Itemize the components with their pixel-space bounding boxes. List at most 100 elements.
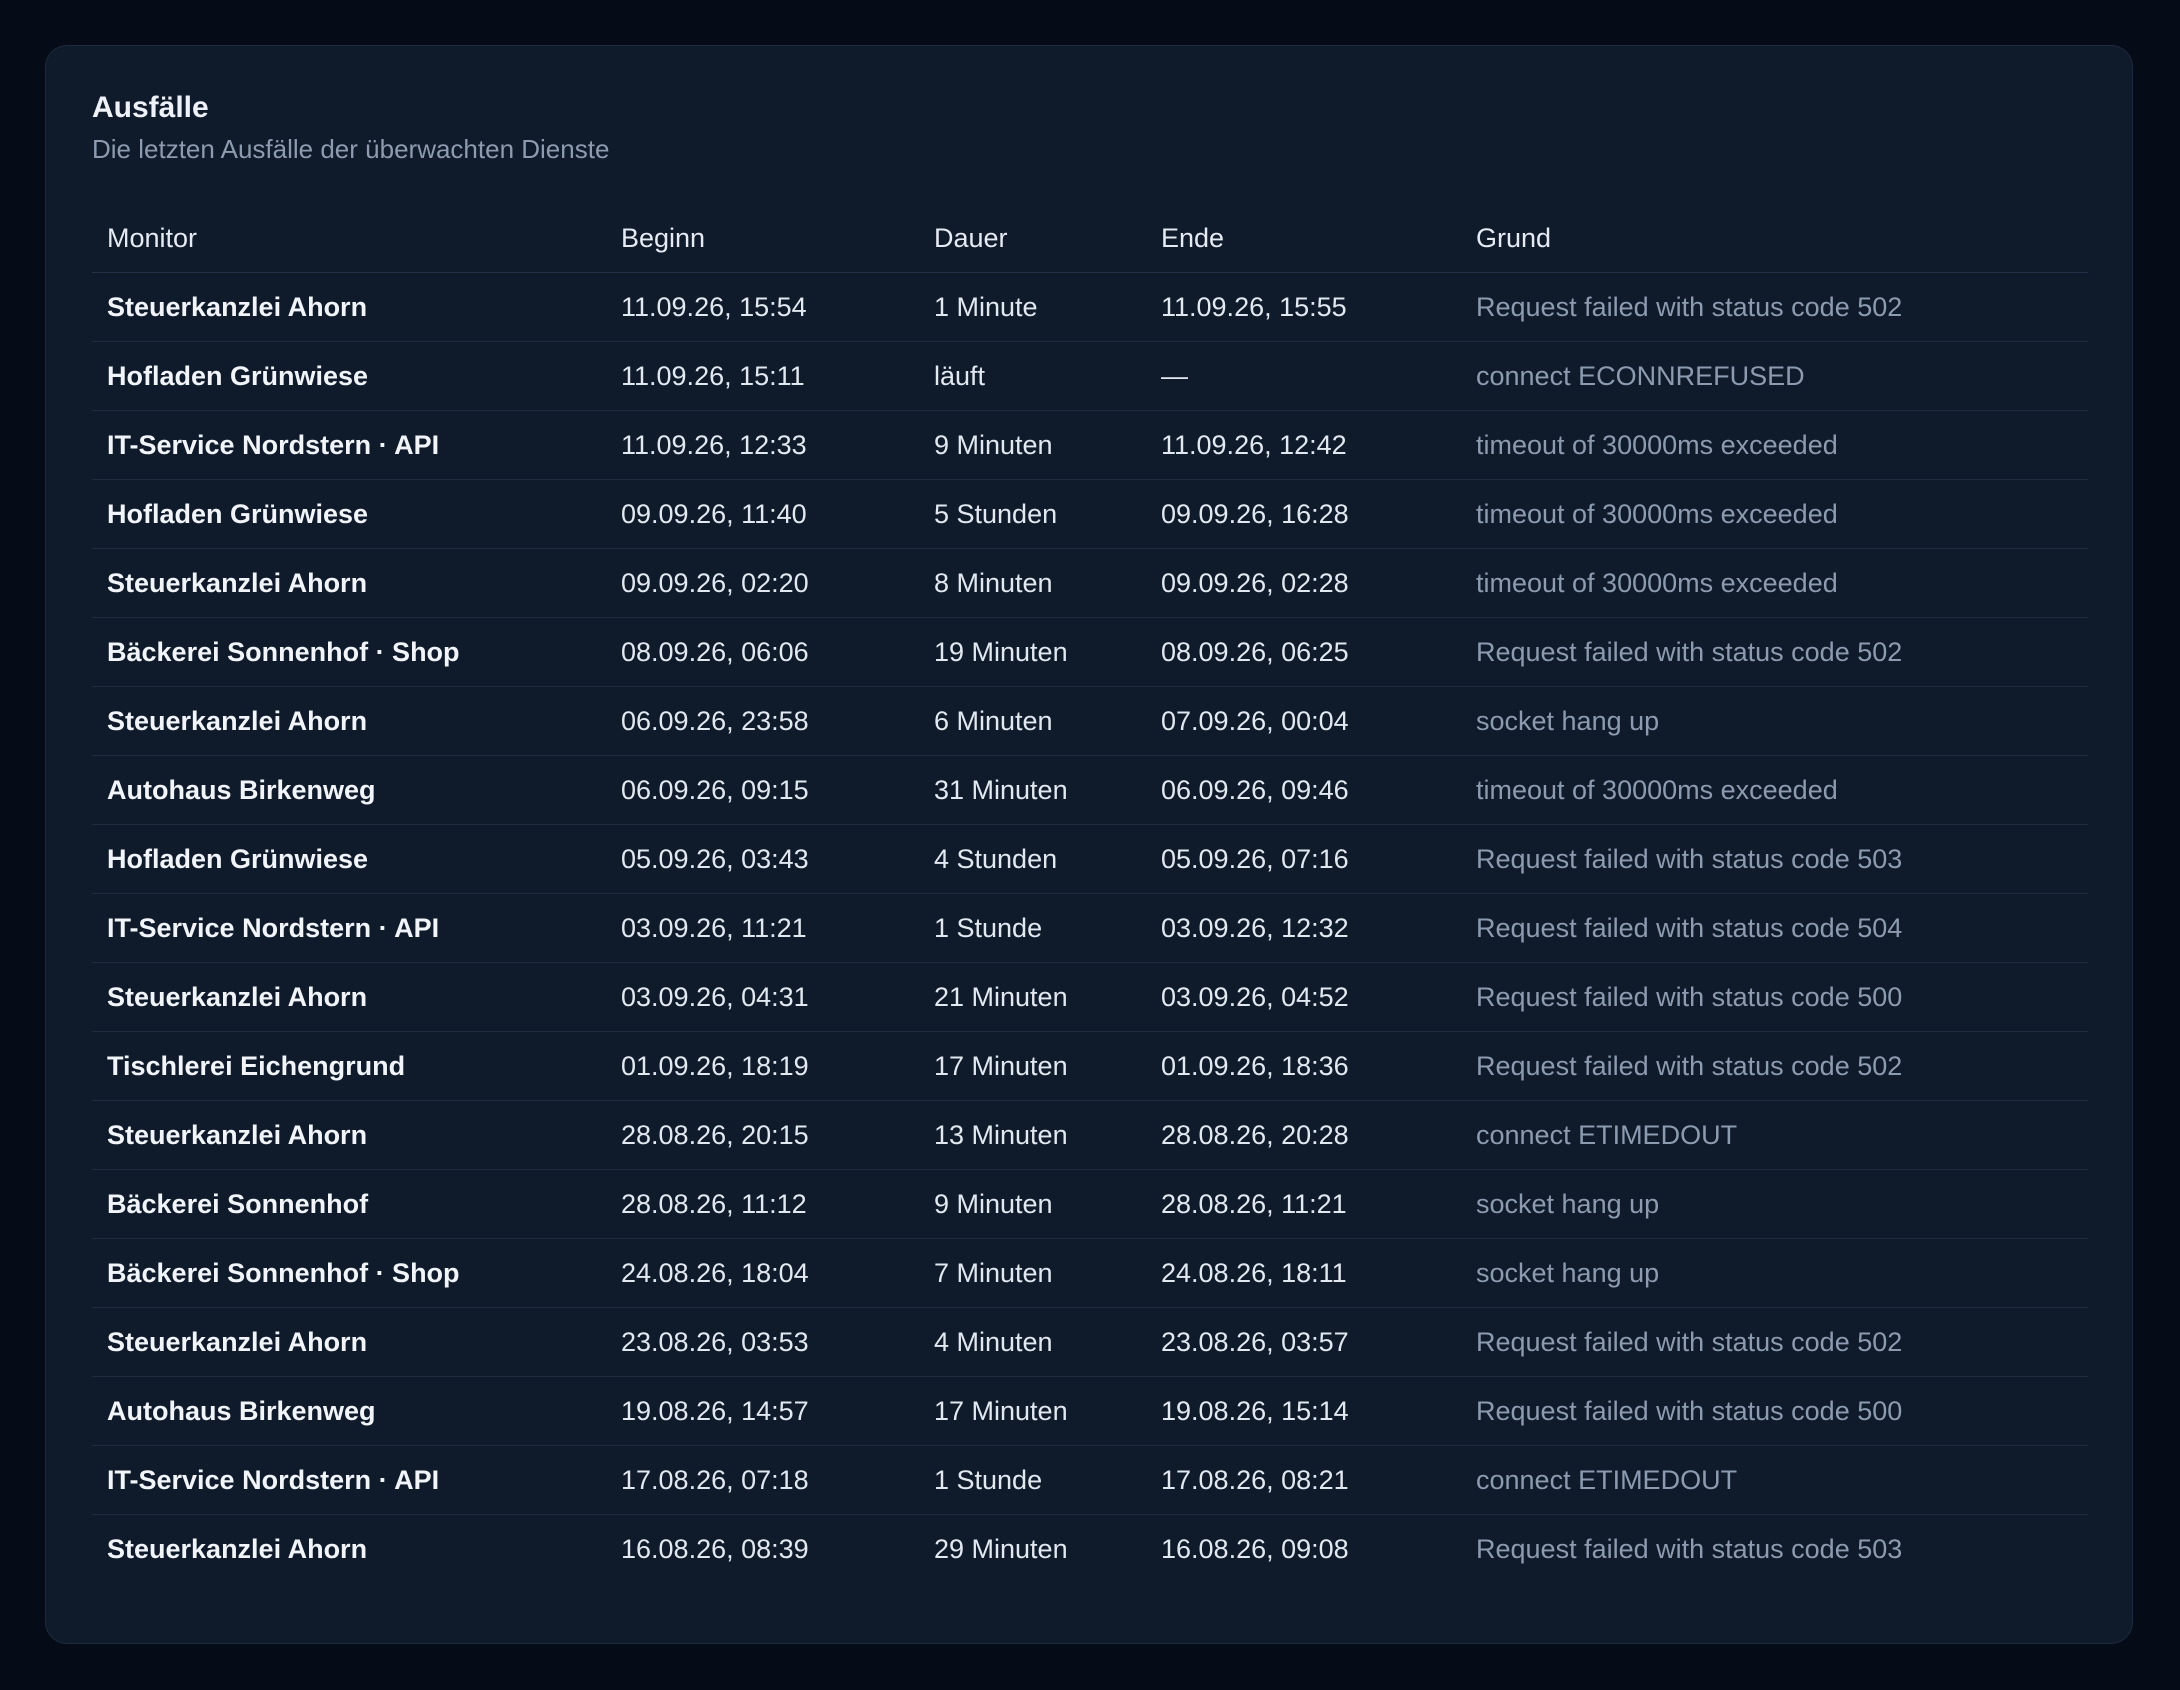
cell-end: 28.08.26, 11:21 [1146, 1169, 1461, 1239]
cell-end: 11.09.26, 12:42 [1146, 410, 1461, 480]
cell-reason: Request failed with status code 503 [1461, 824, 2088, 894]
cell-duration: 5 Stunden [919, 479, 1146, 549]
table-row[interactable]: Hofladen Grünwiese 05.09.26, 03:43 4 Stund… [92, 824, 2088, 894]
cell-duration: 9 Minuten [919, 1169, 1146, 1239]
cell-end: 28.08.26, 20:28 [1146, 1100, 1461, 1170]
cell-start: 11.09.26, 12:33 [606, 410, 919, 480]
table-row[interactable]: IT-Service Nordstern · API 03.09.26, 11:2… [92, 893, 2088, 963]
cell-start: 16.08.26, 08:39 [621, 1533, 809, 1564]
table-row[interactable]: Steuerkanzlei Ahorn 23.08.26, 03:53 4 Minu… [92, 1307, 2088, 1377]
cell-end: 03.09.26, 12:32 [1146, 893, 1461, 963]
cell-reason: Request failed with status code 500 [1461, 962, 2088, 1032]
cell-duration: 1 Stunde [919, 1445, 1146, 1515]
cell-duration: 4 Stunden [919, 824, 1146, 894]
column-header-end[interactable]: Ende [1146, 204, 1461, 273]
cell-start: 19.08.26, 14:57 [606, 1376, 919, 1446]
cell-duration: 4 Minuten [919, 1307, 1146, 1377]
cell-start: 05.09.26, 03:43 [606, 824, 919, 894]
column-header-duration[interactable]: Dauer [919, 204, 1146, 273]
cell-duration: 9 Minuten [919, 410, 1146, 480]
table-row[interactable]: Autohaus Birkenweg 06.09.26, 09:15 31 Minu… [92, 755, 2088, 825]
cell-reason: socket hang up [1461, 686, 2088, 756]
cell-monitor: Hofladen Grünwiese [92, 824, 606, 894]
cell-start: 01.09.26, 18:19 [606, 1031, 919, 1101]
cell-monitor: Bäckerei Sonnenhof [92, 1169, 606, 1239]
cell-monitor: Bäckerei Sonnenhof · Shop [92, 617, 606, 687]
cell-reason: Request failed with status code 502 [1461, 617, 2088, 687]
cell-start: 11.09.26, 15:11 [606, 341, 919, 411]
cell-reason: Request failed with status code 502 [1461, 272, 2088, 342]
table-row[interactable]: Steuerkanzlei Ahorn 03.09.26, 04:31 21 Min… [92, 962, 2088, 1032]
cell-reason: timeout of 30000ms exceeded [1461, 410, 2088, 480]
card-title: Ausfälle [92, 91, 209, 124]
cell-start: 28.08.26, 11:12 [606, 1169, 919, 1239]
cell-end: 11.09.26, 15:55 [1146, 272, 1461, 342]
cell-start: 03.09.26, 11:21 [606, 893, 919, 963]
cell-reason: socket hang up [1461, 1169, 2088, 1239]
cell-reason: Request failed with status code 502 [1461, 1031, 2088, 1101]
cell-start: 24.08.26, 18:04 [606, 1238, 919, 1308]
table-row[interactable]: Tischlerei Eichengrund 01.09.26, 18:19 17 … [92, 1031, 2088, 1101]
cell-end: 23.08.26, 03:57 [1146, 1307, 1461, 1377]
cell-duration: 1 Stunde [919, 893, 1146, 963]
cell-duration: 6 Minuten [919, 686, 1146, 756]
cell-monitor: Steuerkanzlei Ahorn [92, 1307, 606, 1377]
cell-duration: 31 Minuten [919, 755, 1146, 825]
table-row[interactable]: Steuerkanzlei Ahorn 16.08.26, 08:39 29 Min… [92, 1515, 2088, 1584]
cell-reason: timeout of 30000ms exceeded [1461, 548, 2088, 618]
cell-monitor: Tischlerei Eichengrund [92, 1031, 606, 1101]
cell-reason: connect ETIMEDOUT [1461, 1100, 2088, 1170]
cell-monitor: Bäckerei Sonnenhof · Shop [92, 1238, 606, 1308]
cell-start: 09.09.26, 02:20 [606, 548, 919, 618]
outages-table: Monitor Beginn Dauer Ende Grund Steuerka… [92, 204, 2088, 1583]
cell-reason: socket hang up [1461, 1238, 2088, 1308]
cell-start: 03.09.26, 04:31 [606, 962, 919, 1032]
cell-start: 23.08.26, 03:53 [606, 1307, 919, 1377]
cell-end: 07.09.26, 00:04 [1146, 686, 1461, 756]
cell-end: 05.09.26, 07:16 [1146, 824, 1461, 894]
cell-reason: connect ECONNREFUSED [1461, 341, 2088, 411]
cell-monitor: Steuerkanzlei Ahorn [107, 1533, 368, 1564]
table-row[interactable]: Bäckerei Sonnenhof 28.08.26, 11:12 9 Minut… [92, 1169, 2088, 1239]
table-row[interactable]: Steuerkanzlei Ahorn 11.09.26, 15:54 1 Minu… [92, 272, 2088, 342]
cell-end: 03.09.26, 04:52 [1146, 962, 1461, 1032]
table-row[interactable]: Autohaus Birkenweg 19.08.26, 14:57 17 Minu… [92, 1376, 2088, 1446]
cell-start: 28.08.26, 20:15 [606, 1100, 919, 1170]
table-row[interactable]: IT-Service Nordstern · API 11.09.26, 12:3… [92, 410, 2088, 480]
cell-duration: läuft [919, 341, 1146, 411]
table-row[interactable]: IT-Service Nordstern · API 17.08.26, 07:1… [92, 1445, 2088, 1515]
cell-start: 06.09.26, 09:15 [606, 755, 919, 825]
table-row[interactable]: Hofladen Grünwiese 11.09.26, 15:11 läuft — c… [92, 341, 2088, 411]
cell-duration: 17 Minuten [919, 1376, 1146, 1446]
cell-duration: 8 Minuten [919, 548, 1146, 618]
cell-monitor: Autohaus Birkenweg [92, 1376, 606, 1446]
table-row[interactable]: Bäckerei Sonnenhof · Shop 08.09.26, 06:06… [92, 617, 2088, 687]
column-header-monitor[interactable]: Monitor [92, 204, 606, 273]
cell-reason: Request failed with status code 500 [1461, 1376, 2088, 1446]
cell-duration: 13 Minuten [919, 1100, 1146, 1170]
table-row[interactable]: Hofladen Grünwiese 09.09.26, 11:40 5 Stund… [92, 479, 2088, 549]
cell-end: 08.09.26, 06:25 [1146, 617, 1461, 687]
cell-duration: 19 Minuten [919, 617, 1146, 687]
cell-end: 01.09.26, 18:36 [1146, 1031, 1461, 1101]
cell-monitor: Autohaus Birkenweg [92, 755, 606, 825]
cell-end: 24.08.26, 18:11 [1146, 1238, 1461, 1308]
table-row[interactable]: Bäckerei Sonnenhof · Shop 24.08.26, 18:04… [92, 1238, 2088, 1308]
table-row[interactable]: Steuerkanzlei Ahorn 28.08.26, 20:15 13 Min… [92, 1100, 2088, 1170]
cell-duration: 7 Minuten [919, 1238, 1146, 1308]
column-header-reason[interactable]: Grund [1461, 204, 2088, 273]
cell-end: 16.08.26, 09:08 [1161, 1533, 1349, 1564]
table-body: Steuerkanzlei Ahorn 11.09.26, 15:54 1 Minu… [92, 272, 2088, 1584]
cell-monitor: Steuerkanzlei Ahorn [92, 686, 606, 756]
cell-reason: connect ETIMEDOUT [1461, 1445, 2088, 1515]
cell-duration: 17 Minuten [919, 1031, 1146, 1101]
table-row[interactable]: Steuerkanzlei Ahorn 06.09.26, 23:58 6 Minu… [92, 686, 2088, 756]
cell-reason: timeout of 30000ms exceeded [1461, 755, 2088, 825]
cell-monitor: Steuerkanzlei Ahorn [92, 548, 606, 618]
cell-duration: 29 Minuten [934, 1533, 1068, 1564]
cell-start: 17.08.26, 07:18 [606, 1445, 919, 1515]
cell-monitor: Hofladen Grünwiese [92, 341, 606, 411]
table-row[interactable]: Steuerkanzlei Ahorn 09.09.26, 02:20 8 Minu… [92, 548, 2088, 618]
cell-end: 09.09.26, 16:28 [1146, 479, 1461, 549]
column-header-start[interactable]: Beginn [606, 204, 919, 273]
